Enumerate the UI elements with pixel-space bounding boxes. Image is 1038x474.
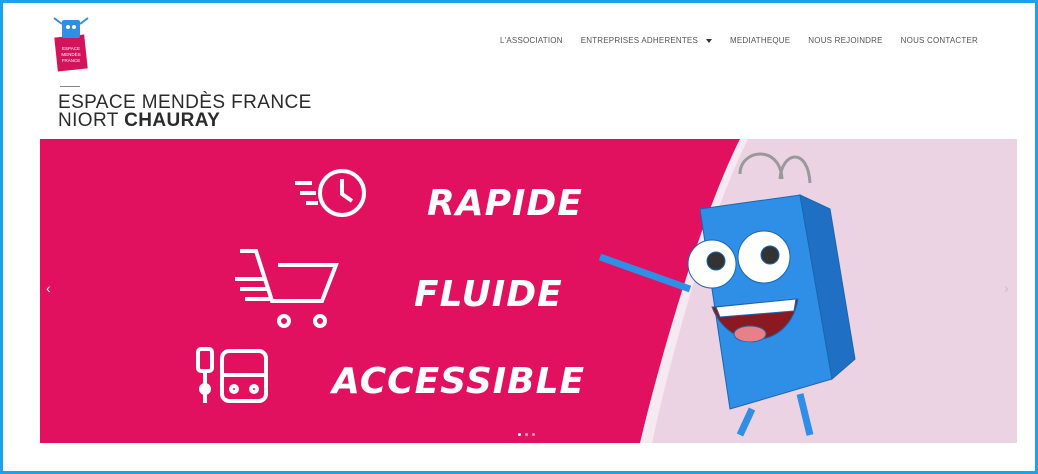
- nav-label: MEDIATHEQUE: [730, 36, 791, 45]
- nav-item-entreprises[interactable]: ENTREPRISES ADHERENTES: [580, 36, 713, 45]
- banner-word: FLUIDE: [414, 274, 563, 315]
- slider-dot[interactable]: [532, 433, 535, 436]
- slider-dot[interactable]: [525, 433, 528, 436]
- logo-line: MENDÈS: [61, 51, 80, 57]
- title-divider: [60, 86, 80, 87]
- slider-next-arrow[interactable]: ›: [1004, 280, 1009, 296]
- nav-item-rejoindre[interactable]: NOUS REJOINDRE: [808, 36, 882, 45]
- nav-item-association[interactable]: L'ASSOCIATION: [500, 36, 563, 45]
- logo-line: FRANCE: [62, 58, 81, 63]
- slider-prev-arrow[interactable]: ‹: [46, 280, 51, 296]
- nav-item-contacter[interactable]: NOUS CONTACTER: [901, 36, 978, 45]
- site-logo[interactable]: ESPACE MENDÈS FRANCE: [50, 14, 92, 74]
- site-title-city: NIORT: [58, 110, 125, 131]
- nav-label: L'ASSOCIATION: [500, 36, 563, 45]
- site-title-line2: NIORT CHAURAY: [58, 110, 312, 131]
- clock-icon: [295, 169, 366, 217]
- main-nav: L'ASSOCIATION ENTREPRISES ADHERENTES MED…: [500, 36, 978, 45]
- slider-dot[interactable]: [518, 433, 521, 436]
- nav-label: NOUS REJOINDRE: [808, 36, 883, 45]
- cart-icon: [235, 249, 339, 328]
- banner-word: RAPIDE: [427, 183, 583, 224]
- bus-stop-icon: [196, 347, 268, 403]
- nav-label: NOUS CONTACTER: [900, 36, 978, 45]
- site-title: ESPACE MENDÈS FRANCE NIORT CHAURAY: [58, 93, 312, 131]
- caret-down-icon: [706, 38, 713, 43]
- logo-line: ESPACE: [62, 46, 80, 51]
- banner-word: ACCESSIBLE: [332, 361, 586, 402]
- slider-dots: [518, 433, 535, 436]
- nav-item-mediatheque[interactable]: MEDIATHEQUE: [730, 36, 790, 45]
- hero-slider: RAPIDE FLUIDE ACCESSIBLE: [40, 139, 1017, 443]
- nav-label: ENTREPRISES ADHERENTES: [580, 36, 699, 45]
- site-title-city-bold: CHAURAY: [124, 110, 221, 131]
